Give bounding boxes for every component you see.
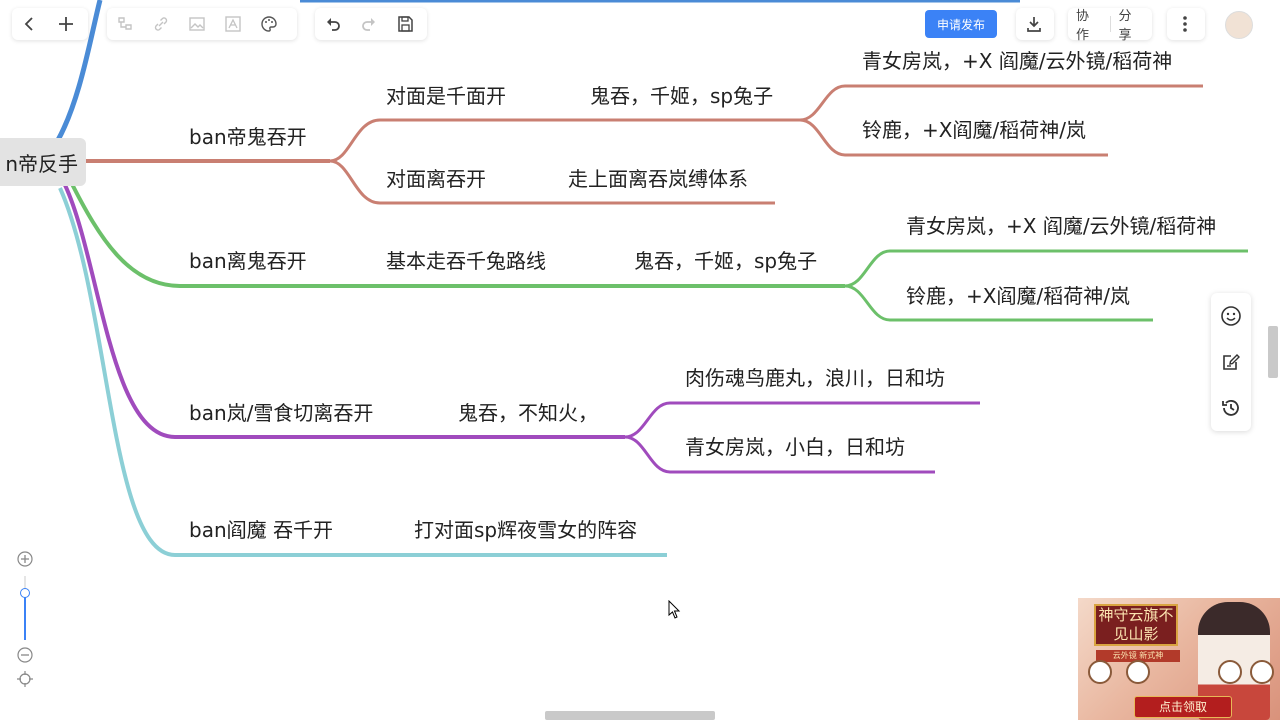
ad-claim-button[interactable]: 点击领取	[1134, 696, 1232, 718]
link-button[interactable]	[143, 8, 179, 40]
emoji-button[interactable]	[1217, 302, 1245, 330]
collab-toolbar: 协作 分享	[1068, 5, 1153, 43]
ad-shikigami-icon-1	[1088, 660, 1112, 684]
nav-toolbar	[12, 8, 88, 40]
branch-2-leaf-1-node[interactable]: 青女房岚，+X 阎魔/云外镜/稻荷神	[906, 214, 1216, 238]
download-toolbar	[1016, 8, 1054, 40]
mouse-cursor-icon	[668, 600, 681, 619]
branch-3-leaf-2-node[interactable]: 青女房岚，小白，日和坊	[685, 435, 905, 459]
zoom-in-icon[interactable]	[16, 550, 34, 568]
vertical-scrollbar-thumb[interactable]	[1268, 326, 1278, 378]
more-toolbar	[1167, 8, 1205, 40]
edit-note-icon	[1223, 354, 1240, 370]
image-icon	[189, 17, 205, 31]
chevron-left-icon	[24, 17, 33, 31]
more-button[interactable]	[1167, 8, 1203, 40]
note-button[interactable]	[1217, 348, 1245, 376]
branch-2-child-1-node[interactable]: 基本走吞千兔路线	[386, 249, 546, 273]
avatar[interactable]	[1225, 11, 1253, 39]
branch-1-leaf-2-node[interactable]: 铃鹿，+X阎魔/稻荷神/岚	[862, 118, 1086, 142]
branch-1-node[interactable]: ban帝鬼吞开	[189, 125, 307, 149]
branch-3-leaf-1-node[interactable]: 肉伤魂鸟鹿丸，浪川，日和坊	[685, 366, 945, 390]
branch-2-child-1-next-node[interactable]: 鬼吞，千姬，sp兔子	[634, 249, 817, 273]
branch-4-lines	[58, 187, 667, 557]
palette-icon	[261, 16, 277, 32]
apply-publish-button[interactable]: 申请发布	[925, 10, 997, 38]
ad-shikigami-icon-2	[1126, 660, 1150, 684]
undo-button[interactable]	[315, 8, 351, 40]
download-button[interactable]	[1016, 8, 1052, 40]
formula-button[interactable]	[215, 8, 251, 40]
insert-toolbar	[107, 8, 297, 40]
branch-4-child-1-node[interactable]: 打对面sp辉夜雪女的阵容	[414, 518, 637, 542]
more-vertical-icon	[1183, 16, 1187, 32]
zoom-out-icon[interactable]	[16, 646, 34, 664]
root-node-label: n帝反手	[5, 151, 78, 176]
formula-icon	[225, 16, 241, 32]
download-icon	[1027, 17, 1041, 32]
undo-icon	[327, 18, 340, 31]
root-node[interactable]: n帝反手	[0, 138, 86, 186]
branch-1-child-1-node[interactable]: 对面是千面开	[386, 84, 506, 108]
smiley-icon	[1221, 306, 1241, 326]
history-button[interactable]	[1217, 394, 1245, 422]
horizontal-scrollbar-thumb[interactable]	[545, 711, 715, 720]
ad-title: 神守云旗不见山影	[1094, 604, 1178, 646]
locate-center-icon[interactable]	[16, 670, 34, 688]
side-tools-panel	[1211, 293, 1251, 431]
image-button[interactable]	[179, 8, 215, 40]
branch-4-node[interactable]: ban阎魔 吞千开	[189, 518, 333, 542]
zoom-slider-track[interactable]	[20, 576, 30, 640]
branch-3-node[interactable]: ban岚/雪食切离吞开	[189, 401, 373, 425]
link-icon	[154, 17, 168, 31]
ad-shikigami-icon-3	[1218, 660, 1242, 684]
zoom-panel	[12, 546, 38, 692]
redo-icon	[362, 18, 375, 31]
branch-1-child-2-node[interactable]: 对面离吞开	[386, 167, 486, 191]
branch-1-leaf-1-node[interactable]: 青女房岚，+X 阎魔/云外镜/稻荷神	[862, 49, 1172, 73]
branch-2-node[interactable]: ban离鬼吞开	[189, 249, 307, 273]
history-toolbar	[315, 8, 427, 40]
theme-button[interactable]	[251, 8, 287, 40]
structure-button[interactable]	[107, 8, 143, 40]
save-icon	[398, 16, 413, 32]
add-button[interactable]	[48, 8, 84, 40]
structure-icon	[118, 17, 132, 30]
back-button[interactable]	[12, 8, 48, 40]
share-button[interactable]: 分享	[1111, 5, 1153, 43]
game-ad-banner[interactable]: 神守云旗不见山影 云外镜 新式神 点击领取	[1078, 598, 1280, 720]
branch-3-lines	[63, 184, 980, 474]
branch-3-child-1-node[interactable]: 鬼吞，不知火，	[458, 401, 598, 425]
save-button[interactable]	[387, 8, 423, 40]
plus-icon	[59, 17, 73, 31]
ad-shikigami-icon-4	[1250, 660, 1274, 684]
branch-2-leaf-2-node[interactable]: 铃鹿，+X阎魔/稻荷神/岚	[906, 284, 1130, 308]
history-icon	[1222, 400, 1239, 416]
branch-1-child-2-next-node[interactable]: 走上面离吞岚缚体系	[568, 167, 748, 191]
collaborate-button[interactable]: 协作	[1068, 5, 1110, 43]
zoom-slider-handle[interactable]	[20, 588, 30, 598]
branch-1-child-1-next-node[interactable]: 鬼吞，千姬，sp兔子	[590, 84, 773, 108]
redo-button[interactable]	[351, 8, 387, 40]
